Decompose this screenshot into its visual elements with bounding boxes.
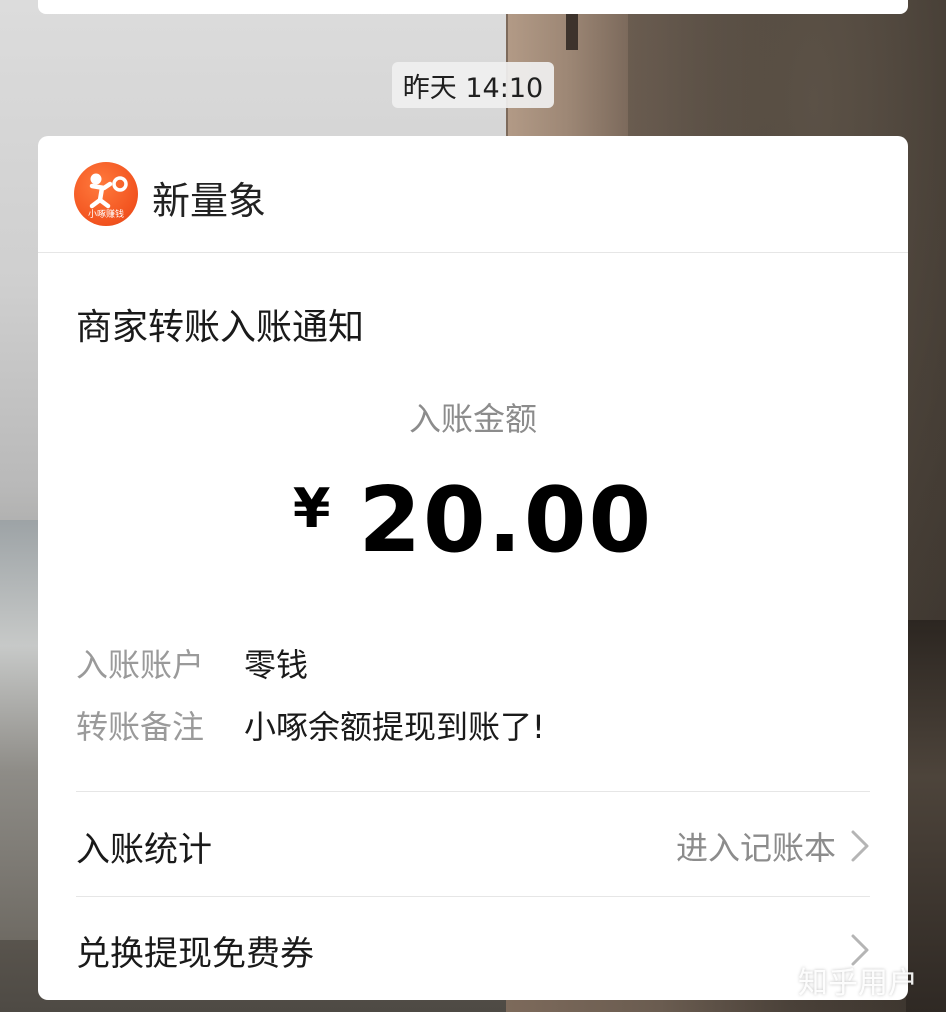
chevron-right-icon [851, 830, 869, 862]
field-account-value: 零钱 [244, 646, 309, 684]
amount-value: 20.00 [358, 468, 654, 573]
message-timestamp: 昨天 14:10 [392, 62, 554, 108]
field-remark-key: 转账备注 [76, 708, 205, 746]
currency-symbol: ¥ [292, 477, 331, 540]
open-ledger-link[interactable]: 进入记账本 [676, 823, 836, 869]
exchange-coupon-label: 兑换提现免费券 [76, 933, 314, 974]
header-divider [38, 252, 908, 253]
exchange-coupon-row[interactable]: 兑换提现免费券 [76, 910, 870, 990]
zhihu-watermark: 知乎用户 [798, 966, 918, 1001]
income-statistics-row[interactable]: 入账统计 进入记账本 [76, 806, 870, 886]
background-tower-window [566, 12, 578, 50]
field-account: 入账账户 零钱 [76, 640, 308, 686]
field-remark: 转账备注 小啄余额提现到账了! [76, 702, 545, 748]
row-divider [76, 896, 870, 897]
card-header[interactable]: 小啄赚钱 新量象 [38, 136, 908, 252]
income-statistics-label: 入账统计 [76, 829, 212, 870]
row-divider [76, 791, 870, 792]
brand-name[interactable]: 新量象 [152, 170, 266, 225]
field-remark-value: 小啄余额提现到账了! [244, 708, 545, 746]
xiaozhuo-logo-icon[interactable]: 小啄赚钱 [74, 162, 138, 226]
previous-message-card[interactable] [38, 0, 908, 14]
logo-caption: 小啄赚钱 [87, 210, 124, 220]
amount-display: ¥20.00 [38, 468, 908, 573]
field-account-key: 入账账户 [76, 646, 205, 684]
notice-title: 商家转账入账通知 [76, 307, 365, 348]
amount-label: 入账金额 [408, 400, 537, 438]
background-rocks [906, 620, 946, 1012]
income-statistics-action[interactable]: 进入记账本 [676, 823, 870, 869]
transfer-notification-card[interactable]: 小啄赚钱 新量象 商家转账入账通知 入账金额 ¥20.00 入账账户 零钱 转账备… [38, 136, 908, 1000]
